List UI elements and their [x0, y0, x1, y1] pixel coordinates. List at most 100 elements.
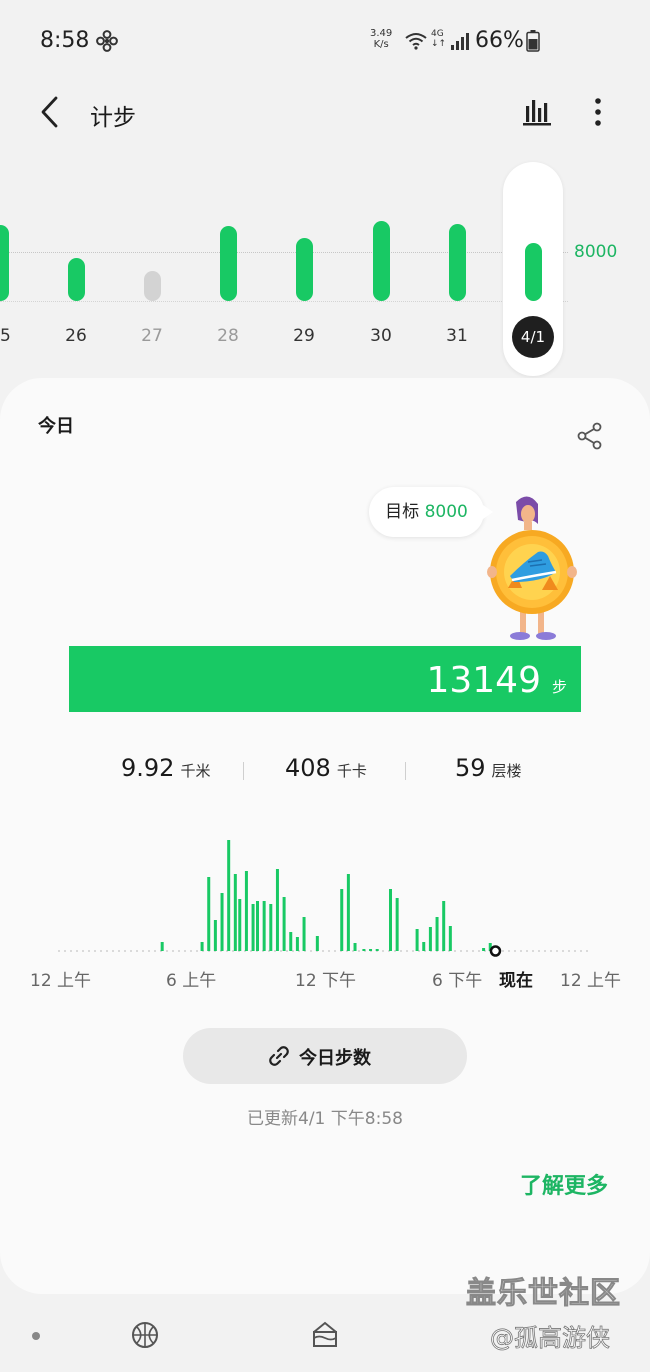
goal-value: 8000: [424, 502, 468, 522]
hourly-bar: [428, 927, 432, 951]
stat-divider: [243, 762, 244, 780]
hourly-bar: [448, 926, 452, 951]
hourly-bar: [482, 948, 486, 951]
time-label-12am: 12 上午: [30, 971, 92, 991]
goal-bubble: 目标 8000: [369, 487, 493, 537]
status-bar: 8:58 3.49 K/s 4G ↓↑ 66%: [0, 0, 650, 84]
hourly-bar: [375, 949, 379, 951]
back-arrow-icon[interactable]: [36, 94, 66, 130]
hourly-bar: [275, 869, 279, 951]
hourly-bar: [346, 874, 350, 951]
more-vertical-icon[interactable]: [586, 96, 610, 128]
stat-calories: 408 千卡: [285, 754, 367, 782]
hourly-bar: [256, 901, 259, 951]
stat-distance: 9.92 千米: [121, 754, 210, 782]
today-title: 今日: [38, 416, 74, 437]
hourly-bar: [207, 877, 211, 951]
share-icon[interactable]: [576, 422, 604, 450]
today-steps-button[interactable]: 今日步数: [183, 1028, 467, 1084]
stat-distance-unit: 千米: [180, 762, 211, 780]
daily-steps-strip: 8000 25 26 27 28 29 30 31 4/1: [0, 150, 650, 380]
day-bar-29[interactable]: [295, 238, 313, 301]
hourly-bar: [362, 949, 366, 951]
day-bar-25[interactable]: [0, 224, 9, 301]
hourly-bar: [282, 897, 286, 951]
day-bar-31[interactable]: [448, 223, 466, 301]
time-label-12pm: 12 下午: [295, 971, 357, 991]
hourly-bar: [262, 901, 266, 951]
hourly-bar: [389, 889, 392, 951]
day-label-25[interactable]: 25: [0, 326, 20, 346]
day-label-28[interactable]: 28: [208, 326, 248, 346]
goal-line-label: 8000: [574, 242, 618, 262]
goal-line: [0, 252, 568, 253]
stat-distance-value: 9.92: [121, 754, 175, 782]
hourly-bar: [353, 943, 357, 951]
battery-icon: [526, 30, 540, 52]
day-bar-4-1[interactable]: [524, 242, 542, 301]
wifi-icon: [405, 33, 427, 50]
hourly-bar: [227, 840, 231, 951]
steps-progress-bar: 13149 步: [69, 646, 581, 712]
bar-chart-icon[interactable]: [520, 96, 554, 128]
day-label-31[interactable]: 31: [437, 326, 477, 346]
day-bar-27[interactable]: [143, 270, 161, 301]
nav-dot[interactable]: [32, 1332, 40, 1340]
signal-icon: [451, 33, 469, 50]
hourly-bar: [213, 920, 217, 951]
hourly-bar: [315, 936, 319, 951]
hourly-bar: [415, 929, 419, 951]
time-label-6pm: 6 下午: [432, 971, 483, 991]
day-label-29[interactable]: 29: [284, 326, 324, 346]
stat-floors-value: 59: [455, 754, 486, 782]
watermark-title: 盖乐世社区: [466, 1276, 621, 1312]
today-steps-button-label: 今日步数: [299, 1048, 371, 1069]
status-time: 8:58: [40, 28, 90, 53]
hourly-bar: [251, 904, 255, 951]
learn-more-link[interactable]: 了解更多: [520, 1168, 608, 1200]
hourly-bar: [369, 949, 373, 951]
basketball-icon[interactable]: [130, 1320, 160, 1350]
hourly-bar: [233, 874, 237, 951]
hourly-bar: [220, 893, 224, 951]
fan-icon: [96, 30, 118, 52]
day-label-27[interactable]: 27: [132, 326, 172, 346]
baseline: [0, 301, 568, 302]
hourly-bar: [340, 889, 344, 951]
day-label-4-1[interactable]: 4/1: [512, 316, 554, 358]
hourly-bar: [289, 932, 293, 951]
hourly-bar: [422, 942, 426, 951]
network-speed: 3.49 K/s: [370, 28, 393, 50]
hourly-bar: [244, 871, 248, 951]
last-updated-text: 已更新4/1 下午8:58: [247, 1109, 403, 1129]
time-label-6am: 6 上午: [166, 971, 217, 991]
cake-icon[interactable]: [310, 1318, 340, 1350]
stat-calories-unit: 千卡: [336, 762, 367, 780]
network-type: 4G ↓↑: [431, 29, 447, 49]
page-title: 计步: [90, 105, 136, 131]
goal-prefix: 目标: [385, 502, 420, 522]
time-label-12am-end: 12 上午: [560, 971, 622, 991]
hourly-bar: [269, 904, 273, 951]
hourly-bar: [200, 942, 204, 951]
hourly-bar: [160, 942, 164, 951]
hourly-bar: [238, 899, 242, 951]
mascot-illustration: [487, 496, 577, 640]
stat-floors-unit: 层楼: [491, 762, 522, 780]
stat-calories-value: 408: [285, 754, 331, 782]
day-label-26[interactable]: 26: [56, 326, 96, 346]
step-unit: 步: [551, 678, 567, 696]
hourly-bar: [295, 937, 299, 951]
time-label-now: 现在: [499, 971, 533, 991]
hourly-bar: [395, 898, 399, 951]
step-count: 13149: [426, 660, 541, 701]
link-icon: [269, 1046, 289, 1066]
hourly-bar: [442, 901, 446, 951]
day-bar-26[interactable]: [67, 258, 85, 301]
day-bar-28[interactable]: [219, 225, 237, 301]
stat-floors: 59 层楼: [455, 754, 522, 782]
day-label-30[interactable]: 30: [361, 326, 401, 346]
battery-percentage: 66%: [475, 28, 524, 53]
watermark-author: @孤高游侠: [490, 1324, 611, 1353]
day-bar-30[interactable]: [372, 221, 390, 301]
